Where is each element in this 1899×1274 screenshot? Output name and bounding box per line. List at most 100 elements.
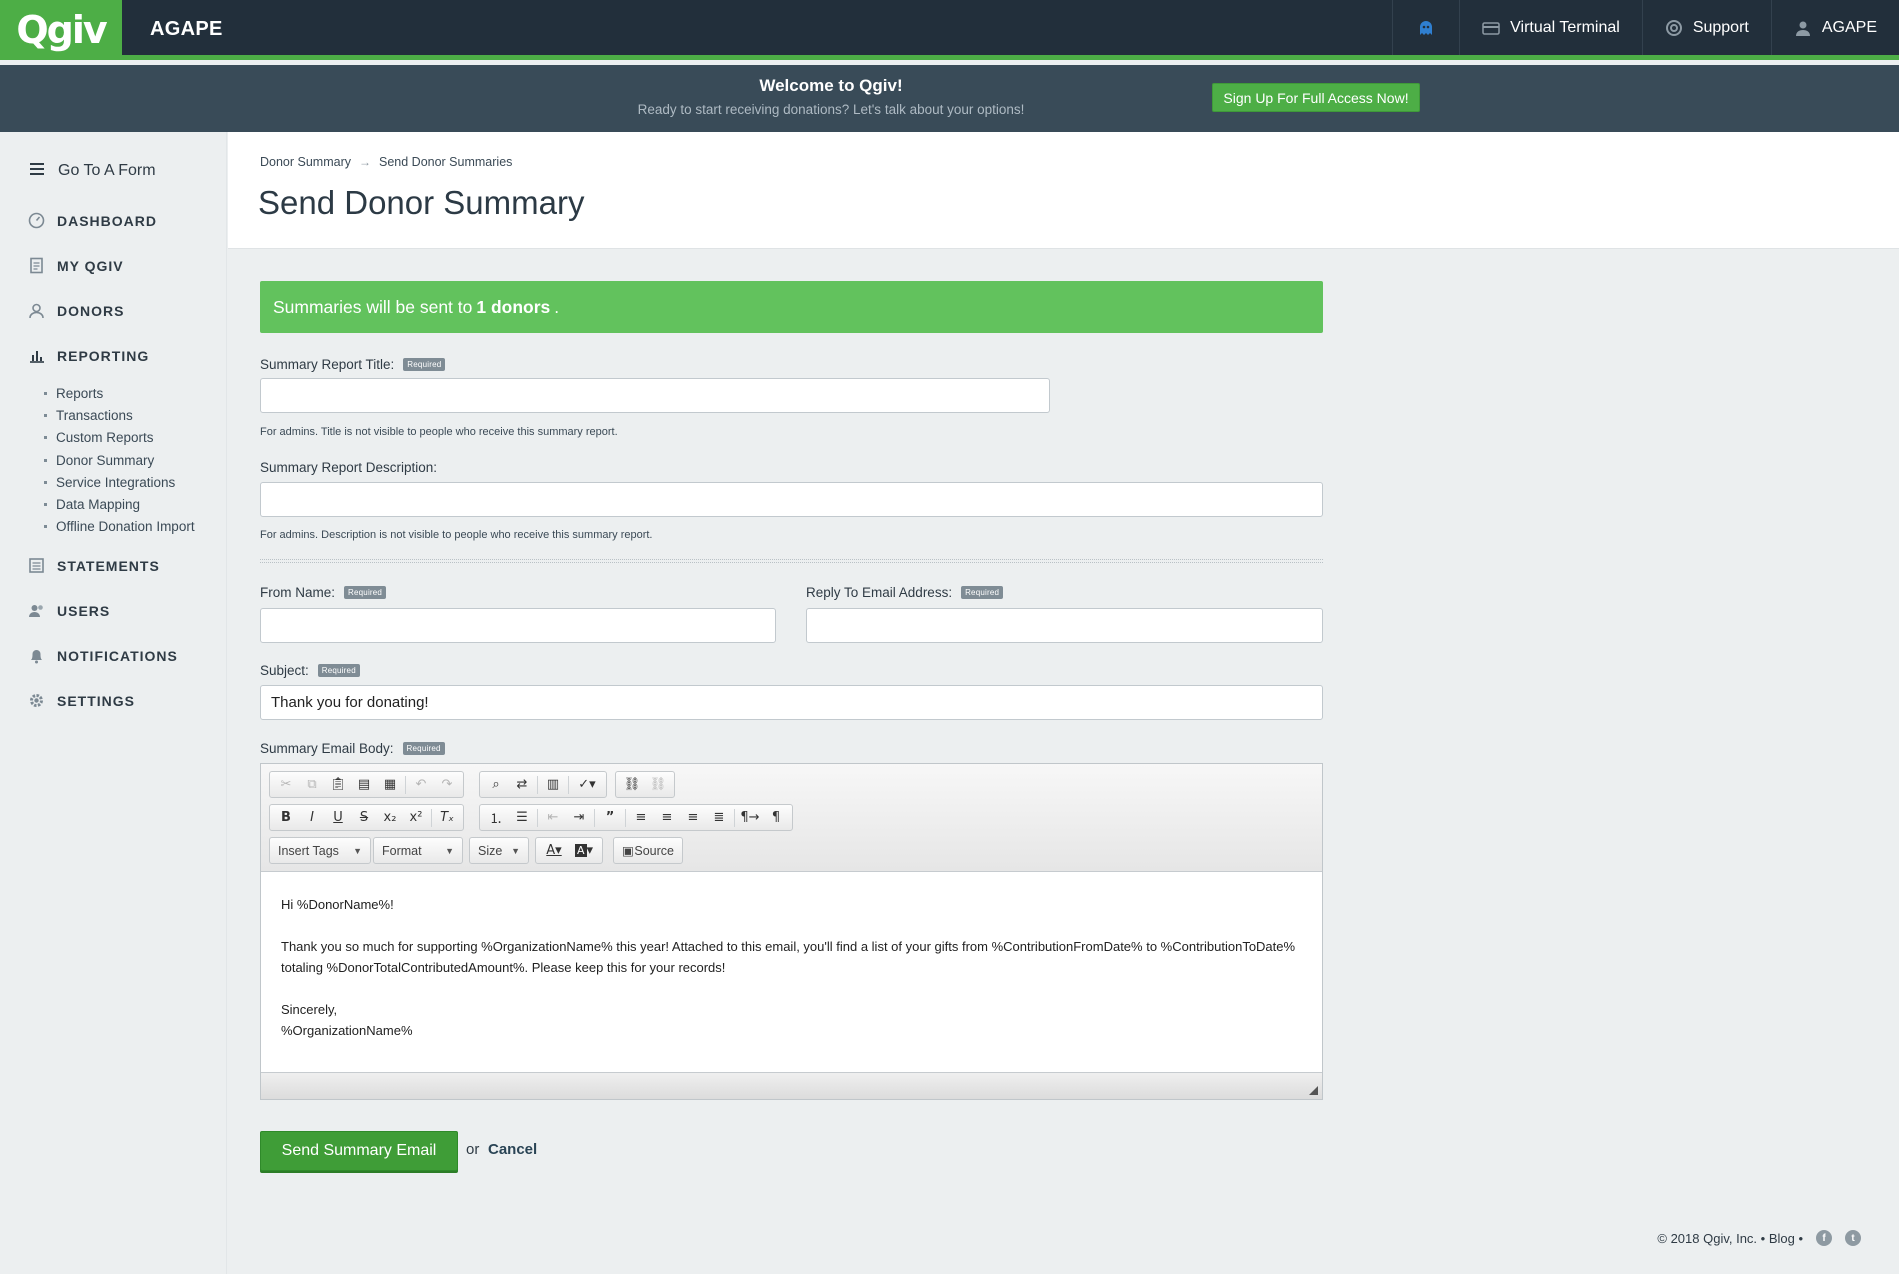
submenu-item-transactions[interactable]: Transactions — [44, 404, 195, 426]
bell-icon — [28, 647, 45, 664]
required-badge: Required — [403, 358, 446, 371]
submenu-item-data-mapping[interactable]: Data Mapping — [44, 493, 195, 515]
support-link[interactable]: Support — [1641, 0, 1771, 55]
toolbar-separator — [537, 808, 538, 827]
redo-icon[interactable]: ↷ — [434, 773, 460, 797]
insert-tags-dropdown[interactable]: Insert Tags ▼ — [269, 837, 371, 864]
text-color-icon[interactable]: A▾ — [539, 839, 569, 863]
sidebar: Go To A Form DASHBOARD MY QGIV DONORS RE… — [0, 132, 227, 1274]
sidebar-item-statements[interactable]: STATEMENTS — [28, 557, 160, 574]
virtual-terminal-link[interactable]: Virtual Terminal — [1459, 0, 1642, 55]
submenu-item-service-integrations[interactable]: Service Integrations — [44, 471, 195, 493]
strikethrough-icon[interactable]: S — [351, 806, 377, 830]
breadcrumb-parent-link[interactable]: Donor Summary — [260, 155, 351, 169]
ltr-icon[interactable]: ¶→ — [737, 806, 763, 830]
remove-format-icon[interactable]: Tₓ — [434, 806, 460, 830]
support-label: Support — [1692, 18, 1749, 36]
size-dropdown[interactable]: Size ▼ — [469, 837, 529, 864]
bold-icon[interactable]: B — [273, 806, 299, 830]
text-style-group: B I U S x₂ x² Tₓ — [269, 804, 464, 831]
blockquote-icon[interactable]: ” — [597, 806, 623, 830]
required-badge: Required — [402, 742, 445, 755]
page-header: Donor Summary → Send Donor Summaries Sen… — [228, 132, 1899, 249]
link-icon[interactable]: ⛓ — [619, 773, 645, 797]
go-to-form-button[interactable]: Go To A Form — [30, 162, 156, 180]
paste-word-icon[interactable]: ▦ — [377, 773, 403, 797]
justify-icon[interactable]: ≣ — [706, 806, 732, 830]
arrow-right-icon: → — [359, 155, 371, 169]
sidebar-item-reporting[interactable]: REPORTING — [28, 347, 149, 364]
alert-suffix: . — [554, 296, 560, 317]
replace-icon[interactable]: ⇄ — [509, 773, 535, 797]
paragraph-group: ⒈ ☰ ⇤ ⇥ ” ≡ ≡ ≡ ≣ ¶→ ¶ — [479, 804, 793, 831]
superscript-icon[interactable]: x² — [403, 806, 429, 830]
account-menu[interactable]: AGAPE — [1770, 0, 1899, 55]
subscript-icon[interactable]: x₂ — [377, 806, 403, 830]
source-button[interactable]: ▣ Source — [613, 837, 683, 864]
align-left-icon[interactable]: ≡ — [628, 806, 654, 830]
label-text: Summary Email Body: — [260, 741, 394, 756]
submenu-item-donor-summary[interactable]: Donor Summary — [44, 449, 195, 471]
align-right-icon[interactable]: ≡ — [680, 806, 706, 830]
summary-title-input[interactable] — [260, 378, 1050, 413]
body-line-1: Thank you so much for supporting %Organi… — [281, 939, 1296, 954]
format-dropdown[interactable]: Format ▼ — [373, 837, 463, 864]
paste-icon[interactable]: 📋︎ — [325, 773, 351, 797]
sidebar-item-dashboard[interactable]: DASHBOARD — [28, 212, 157, 229]
spellcheck-icon[interactable]: ✓▾ — [571, 773, 603, 797]
toolbar-separator — [431, 808, 432, 827]
resize-handle-icon[interactable] — [1309, 1086, 1318, 1095]
sidebar-item-my-qgiv[interactable]: MY QGIV — [28, 257, 124, 274]
account-label: AGAPE — [1821, 18, 1877, 36]
sidebar-item-donors[interactable]: DONORS — [28, 302, 124, 319]
from-name-input[interactable] — [260, 608, 776, 643]
find-icon[interactable]: ⌕ — [483, 773, 509, 797]
welcome-banner: Welcome to Qgiv! Ready to start receivin… — [0, 65, 1899, 132]
facebook-icon[interactable]: f — [1816, 1230, 1832, 1246]
gear-icon — [28, 692, 45, 709]
sidebar-item-settings[interactable]: SETTINGS — [28, 692, 135, 709]
format-label: Format — [382, 843, 422, 858]
bulleted-list-icon[interactable]: ☰ — [509, 806, 535, 830]
organization-name[interactable]: AGAPE — [150, 18, 223, 41]
align-center-icon[interactable]: ≡ — [654, 806, 680, 830]
subject-input[interactable]: Thank you for donating! — [260, 685, 1323, 720]
submenu-item-reports[interactable]: Reports — [44, 382, 195, 404]
editor-content[interactable]: Hi %DonorName%! Thank you so much for su… — [281, 894, 1301, 1041]
subject-label: Subject: Required — [260, 663, 360, 678]
signup-button[interactable]: Sign Up For Full Access Now! — [1212, 83, 1420, 112]
cut-icon[interactable]: ✂ — [273, 773, 299, 797]
label-text: From Name: — [260, 585, 336, 600]
label-text: Reply To Email Address: — [806, 585, 953, 600]
qgiv-logo[interactable]: Qgiv — [0, 0, 122, 60]
link-group: ⛓ ⛓ — [615, 771, 675, 798]
underline-icon[interactable]: U — [325, 806, 351, 830]
user-icon — [1794, 19, 1812, 37]
send-summary-email-button[interactable]: Send Summary Email — [260, 1131, 458, 1171]
body-greeting: Hi %DonorName%! — [281, 897, 394, 912]
unlink-icon[interactable]: ⛓ — [645, 773, 671, 797]
required-badge: Required — [317, 664, 360, 677]
background-color-icon[interactable]: A ▾ — [569, 839, 599, 863]
outdent-icon[interactable]: ⇤ — [540, 806, 566, 830]
paste-text-icon[interactable]: ▤ — [351, 773, 377, 797]
reporting-submenu: Reports Transactions Custom Reports Dono… — [44, 382, 195, 538]
summary-description-input[interactable] — [260, 482, 1323, 517]
submenu-item-custom-reports[interactable]: Custom Reports — [44, 427, 195, 449]
indent-icon[interactable]: ⇥ — [566, 806, 592, 830]
ghost-menu-item[interactable] — [1392, 0, 1459, 55]
rtl-icon[interactable]: ¶ — [763, 806, 789, 830]
sidebar-item-users[interactable]: USERS — [28, 602, 110, 619]
copy-icon[interactable]: ⧉ — [299, 773, 325, 797]
italic-icon[interactable]: I — [299, 806, 325, 830]
sidebar-item-notifications[interactable]: NOTIFICATIONS — [28, 647, 178, 664]
submenu-item-offline-donation-import[interactable]: Offline Donation Import — [44, 516, 195, 538]
select-all-icon[interactable]: ▥ — [540, 773, 566, 797]
twitter-icon[interactable]: t — [1845, 1230, 1861, 1246]
numbered-list-icon[interactable]: ⒈ — [483, 806, 509, 830]
cancel-link[interactable]: Cancel — [488, 1141, 537, 1158]
toolbar-separator — [594, 808, 595, 827]
label-text: Subject: — [260, 663, 309, 678]
undo-icon[interactable]: ↶ — [408, 773, 434, 797]
reply-to-email-input[interactable] — [806, 608, 1323, 643]
